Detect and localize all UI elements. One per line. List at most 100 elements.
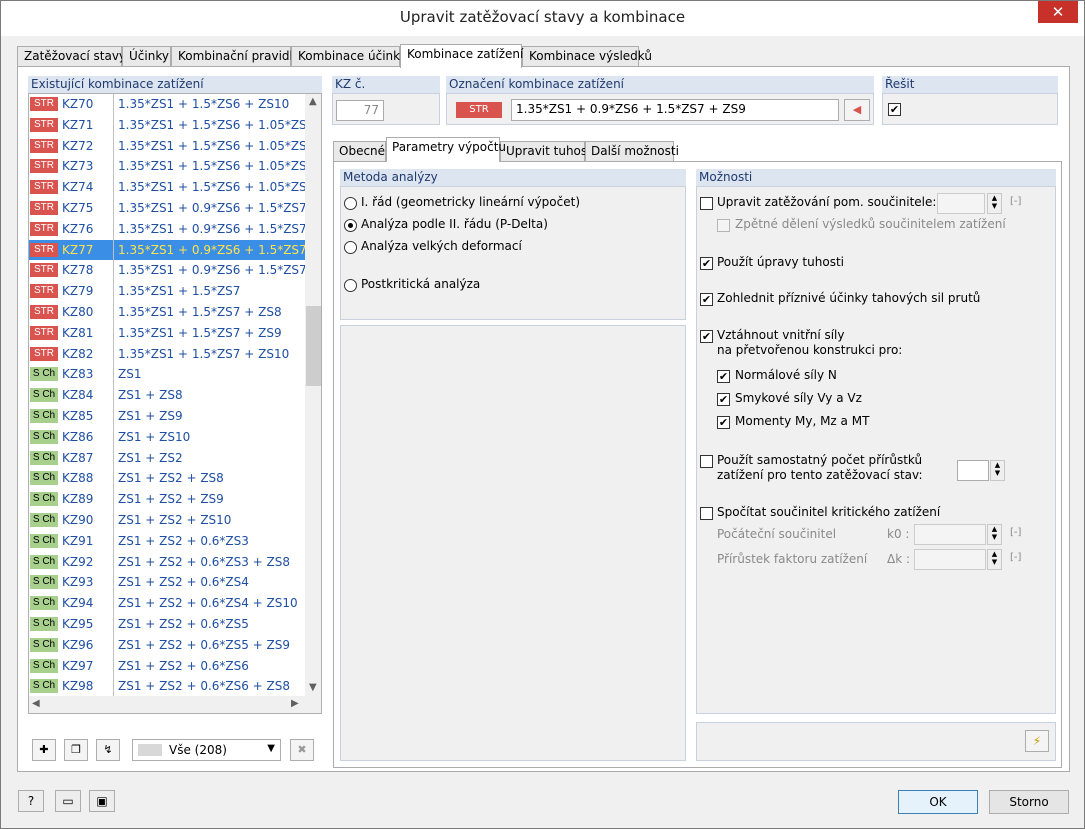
list-item[interactable]: S Ch KZ86 ZS1 + ZS10	[29, 426, 305, 448]
moments-label[interactable]: Momenty My, Mz a MT	[735, 414, 869, 428]
list-item[interactable]: STR KZ77 1.35*ZS1 + 0.9*ZS6 + 1.5*ZS7 + ZS	[29, 239, 305, 261]
favorable-label[interactable]: Zohlednit příznivé účinky tahových sil p…	[717, 291, 980, 305]
solve-checkbox[interactable]: ✔	[888, 103, 901, 116]
list-item[interactable]: S Ch KZ89 ZS1 + ZS2 + ZS9	[29, 489, 305, 511]
scroll-thumb[interactable]	[306, 306, 321, 386]
list-item[interactable]: STR KZ81 1.35*ZS1 + 1.5*ZS7 + ZS9	[29, 322, 305, 344]
list-item[interactable]: S Ch KZ97 ZS1 + ZS2 + 0.6*ZS6	[29, 655, 305, 677]
designation-field[interactable]: 1.35*ZS1 + 0.9*ZS6 + 1.5*ZS7 + ZS9	[511, 99, 839, 121]
normal-forces-checkbox[interactable]: ✔	[717, 370, 730, 383]
list-item[interactable]: S Ch KZ95 ZS1 + ZS2 + 0.6*ZS5	[29, 614, 305, 635]
tab-load-cases[interactable]: Zatěžovací stavy	[17, 46, 126, 66]
list-item[interactable]: STR KZ80 1.35*ZS1 + 1.5*ZS7 + ZS8	[29, 302, 305, 323]
vertical-scrollbar[interactable]: ▲ ▼	[305, 94, 321, 696]
scroll-down-icon[interactable]: ▼	[309, 682, 317, 693]
horizontal-scrollbar[interactable]: ◀ ▶	[29, 696, 321, 713]
list-item[interactable]: STR KZ75 1.35*ZS1 + 0.9*ZS6 + 1.5*ZS7	[29, 198, 305, 219]
increments-label-1[interactable]: Použít samostatný počet přírůstků	[717, 453, 922, 467]
copy-combination-button[interactable]: ❐	[64, 739, 88, 761]
back-division-label[interactable]: Zpětné dělení výsledků součinitelem zatí…	[735, 217, 1006, 231]
list-item[interactable]: S Ch KZ93 ZS1 + ZS2 + 0.6*ZS4	[29, 572, 305, 594]
start-factor-spinner[interactable]: ▲ ▼	[987, 524, 1002, 545]
list-item[interactable]: S Ch KZ92 ZS1 + ZS2 + 0.6*ZS3 + ZS8	[29, 551, 305, 573]
adjust-loading-label[interactable]: Upravit zatěžování pom. součinitele:	[717, 195, 936, 209]
refer-forces-checkbox[interactable]: ✔	[700, 330, 713, 343]
use-stiffness-checkbox[interactable]: ✔	[700, 257, 713, 270]
tab-modify-stiffness[interactable]: Upravit tuhosti	[500, 141, 595, 161]
renumber-button[interactable]: ↯	[96, 739, 120, 761]
start-factor-field[interactable]	[914, 524, 986, 545]
radio-large-deformation[interactable]	[344, 241, 357, 254]
scroll-left-icon[interactable]: ◀	[32, 698, 40, 709]
favorable-checkbox[interactable]: ✔	[700, 293, 713, 306]
second-order-label[interactable]: Analýza podle II. řádu (P-Delta)	[361, 217, 548, 231]
list-item[interactable]: STR KZ73 1.35*ZS1 + 1.5*ZS6 + 1.05*ZS7 + Z	[29, 156, 305, 178]
spin-down-icon[interactable]: ▼	[992, 533, 997, 541]
list-item[interactable]: S Ch KZ84 ZS1 + ZS8	[29, 385, 305, 407]
first-order-label[interactable]: I. řád (geometricky lineární výpočet)	[361, 195, 580, 209]
critical-factor-label[interactable]: Spočítat součinitel kritického zatížení	[717, 505, 940, 519]
critical-factor-checkbox[interactable]	[700, 507, 713, 520]
list-item[interactable]: S Ch KZ90 ZS1 + ZS2 + ZS10	[29, 510, 305, 531]
delete-button[interactable]: ✖	[290, 739, 314, 761]
spin-down-icon[interactable]: ▼	[992, 202, 997, 210]
large-deformation-label[interactable]: Analýza velkých deformací	[361, 239, 522, 253]
spin-up-icon[interactable]: ▲	[995, 461, 1000, 469]
list-item[interactable]: S Ch KZ96 ZS1 + ZS2 + 0.6*ZS5 + ZS9	[29, 634, 305, 656]
tab-general[interactable]: Obecné	[333, 141, 386, 161]
close-button[interactable]: ✕	[1038, 1, 1078, 23]
back-division-checkbox[interactable]	[717, 219, 730, 232]
shear-forces-label[interactable]: Smykové síly Vy a Vz	[735, 391, 862, 405]
list-item[interactable]: STR KZ82 1.35*ZS1 + 1.5*ZS7 + ZS10	[29, 343, 305, 365]
adjust-loading-field[interactable]	[937, 193, 985, 214]
tab-further-options[interactable]: Další možnosti	[585, 141, 679, 161]
increments-spinner[interactable]: ▲ ▼	[990, 460, 1005, 481]
list-item[interactable]: S Ch KZ91 ZS1 + ZS2 + 0.6*ZS3	[29, 530, 305, 552]
list-item[interactable]: S Ch KZ85 ZS1 + ZS9	[29, 406, 305, 427]
list-item[interactable]: S Ch KZ98 ZS1 + ZS2 + 0.6*ZS6 + ZS8	[29, 676, 305, 696]
increments-field[interactable]	[957, 460, 989, 481]
postcritical-label[interactable]: Postkritická analýza	[361, 277, 480, 291]
spin-up-icon[interactable]: ▲	[992, 550, 997, 558]
list-item[interactable]: S Ch KZ94 ZS1 + ZS2 + 0.6*ZS4 + ZS10	[29, 593, 305, 615]
calc-options-button[interactable]: ⚡	[1025, 730, 1049, 752]
increments-checkbox[interactable]	[700, 455, 713, 468]
new-combination-button[interactable]: ✚	[32, 739, 56, 761]
open-button[interactable]: ▭	[55, 790, 81, 812]
scroll-up-icon[interactable]: ▲	[309, 96, 317, 107]
use-stiffness-label[interactable]: Použít úpravy tuhosti	[717, 255, 844, 269]
list-item[interactable]: STR KZ71 1.35*ZS1 + 1.5*ZS6 + 1.05*ZS7	[29, 114, 305, 136]
save-button[interactable]: ▣	[89, 790, 115, 812]
tab-combination-rules[interactable]: Kombinační pravidla	[171, 46, 300, 66]
scroll-right-icon[interactable]: ▶	[291, 698, 299, 709]
spin-down-icon[interactable]: ▼	[992, 558, 997, 566]
tab-calculation-parameters[interactable]: Parametry výpočtu	[386, 137, 506, 162]
spin-up-icon[interactable]: ▲	[992, 194, 997, 202]
tab-load-combinations[interactable]: Kombinace zatížení	[400, 44, 523, 68]
list-item[interactable]: STR KZ72 1.35*ZS1 + 1.5*ZS6 + 1.05*ZS7 + Z	[29, 135, 305, 157]
tab-actions[interactable]: Účinky	[122, 46, 171, 66]
radio-postcritical[interactable]	[344, 279, 357, 292]
list-item[interactable]: STR KZ79 1.35*ZS1 + 1.5*ZS7	[29, 281, 305, 303]
refer-forces-label-1[interactable]: Vztáhnout vnitřní síly	[717, 328, 845, 342]
filter-select[interactable]: Vše (208) ▼	[132, 739, 281, 761]
tab-result-combinations[interactable]: Kombinace výsledků	[522, 46, 652, 66]
cancel-button[interactable]: Storno	[989, 790, 1069, 814]
list-item[interactable]: S Ch KZ83 ZS1	[29, 364, 305, 386]
combination-list[interactable]: STR KZ70 1.35*ZS1 + 1.5*ZS6 + ZS10 STR KZ71 1…	[28, 93, 322, 714]
spin-down-icon[interactable]: ▼	[995, 469, 1000, 477]
list-item[interactable]: S Ch KZ87 ZS1 + ZS2	[29, 447, 305, 469]
increment-spinner[interactable]: ▲ ▼	[987, 549, 1002, 570]
list-item[interactable]: STR KZ74 1.35*ZS1 + 1.5*ZS6 + 1.05*ZS7 + Z	[29, 177, 305, 199]
normal-forces-label[interactable]: Normálové síly N	[735, 368, 837, 382]
list-item[interactable]: S Ch KZ88 ZS1 + ZS2 + ZS8	[29, 468, 305, 490]
list-item[interactable]: STR KZ78 1.35*ZS1 + 0.9*ZS6 + 1.5*ZS7 + ZS	[29, 260, 305, 282]
adjust-loading-checkbox[interactable]	[700, 197, 713, 210]
designation-picker-button[interactable]: ◀	[844, 99, 870, 121]
radio-first-order[interactable]	[344, 197, 357, 210]
shear-forces-checkbox[interactable]: ✔	[717, 393, 730, 406]
help-button[interactable]: ?	[18, 790, 44, 812]
ok-button[interactable]: OK	[898, 790, 978, 814]
list-item[interactable]: STR KZ76 1.35*ZS1 + 0.9*ZS6 + 1.5*ZS7 + ZS	[29, 218, 305, 240]
tab-action-combinations[interactable]: Kombinace účinků	[291, 46, 407, 66]
